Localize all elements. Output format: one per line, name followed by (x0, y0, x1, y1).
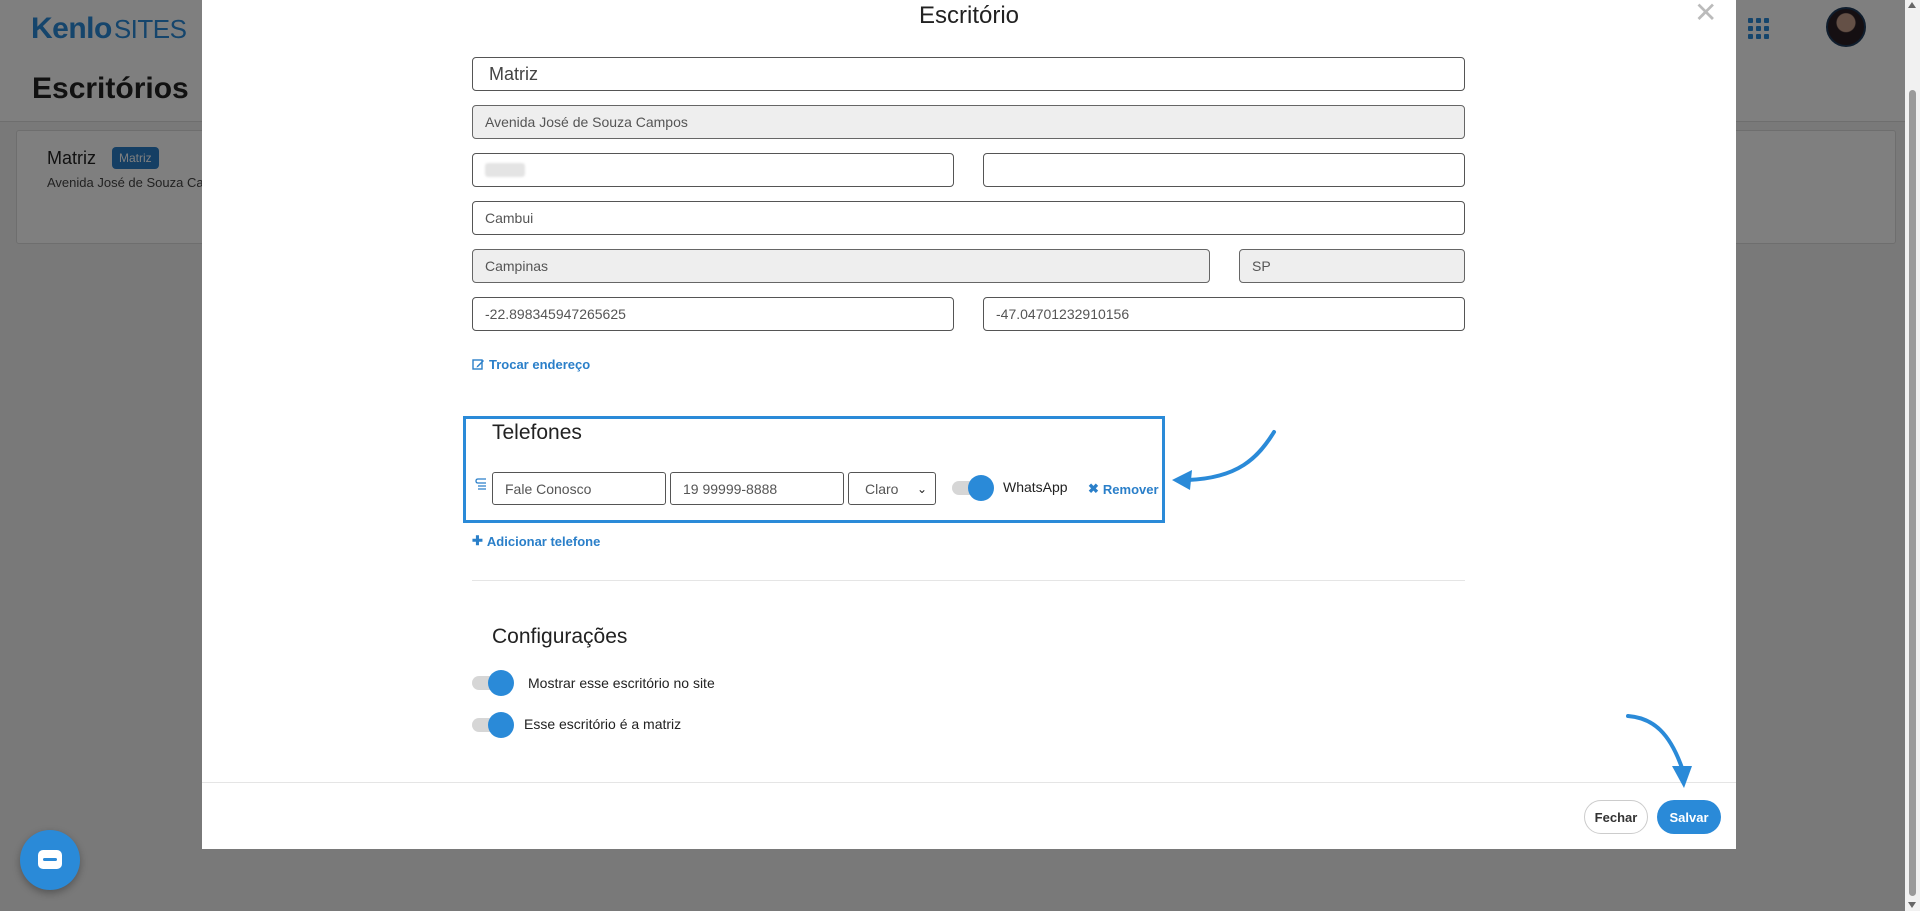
remove-icon: ✖ (1088, 481, 1099, 496)
close-icon[interactable]: ✕ (1694, 0, 1717, 29)
whatsapp-toggle[interactable] (952, 475, 994, 501)
chevron-down-icon: ⌄ (916, 481, 927, 496)
carrier-selected-value: Claro (865, 480, 899, 497)
complement-input[interactable] (983, 153, 1465, 187)
number-input[interactable] (472, 153, 954, 187)
chat-bubble-icon (38, 850, 62, 869)
latitude-input[interactable]: -22.898345947265625 (472, 297, 954, 331)
show-on-site-toggle[interactable] (472, 670, 514, 696)
remove-phone-label: Remover (1102, 481, 1159, 497)
is-main-office-toggle[interactable] (472, 712, 514, 738)
phone-label-input[interactable]: Fale Conosco (492, 472, 666, 505)
city-input[interactable]: Campinas (472, 249, 1210, 283)
toggle-knob (488, 670, 514, 696)
annotation-arrow-phones (1172, 430, 1276, 490)
scroll-up-icon[interactable] (1908, 2, 1916, 8)
is-main-office-label: Esse escritório é a matriz (524, 716, 682, 732)
phone-carrier-select[interactable]: Claro ⌄ (848, 472, 936, 505)
scroll-down-icon[interactable] (1908, 902, 1916, 908)
modal-footer-divider (202, 782, 1736, 783)
annotation-arrow-save (1626, 714, 1692, 788)
number-value-redacted (485, 163, 525, 177)
toggle-knob (968, 475, 994, 501)
add-phone-link[interactable]: ✚ Adicionar telefone (472, 533, 600, 549)
show-on-site-label: Mostrar esse escritório no site (528, 675, 715, 691)
office-modal: Escritório ✕ Matriz Avenida José de Souz… (202, 0, 1736, 849)
add-phone-label: Adicionar telefone (486, 533, 601, 549)
page-scrollbar[interactable] (1905, 0, 1920, 911)
scrollbar-thumb[interactable] (1909, 90, 1916, 896)
section-divider (472, 580, 1465, 581)
phones-title: Telefones (492, 421, 582, 444)
modal-title: Escritório (918, 2, 1020, 29)
chat-button[interactable] (20, 830, 80, 890)
neighborhood-input[interactable]: Cambui (472, 201, 1465, 235)
phone-number-input[interactable]: 19 99999-8888 (670, 472, 844, 505)
office-name-input[interactable]: Matriz (472, 57, 1465, 91)
street-input[interactable]: Avenida José de Souza Campos (472, 105, 1465, 139)
whatsapp-label: WhatsApp (1003, 479, 1068, 495)
state-input[interactable]: SP (1239, 249, 1465, 283)
settings-title: Configurações (492, 625, 628, 648)
longitude-input[interactable]: -47.04701232910156 (983, 297, 1465, 331)
toggle-knob (488, 712, 514, 738)
edit-icon (472, 359, 484, 370)
save-button[interactable]: Salvar (1657, 800, 1721, 834)
change-address-link[interactable]: Trocar endereço (472, 357, 590, 372)
close-button[interactable]: Fechar (1584, 800, 1648, 834)
remove-phone-link[interactable]: ✖ Remover (1088, 481, 1159, 497)
drag-handle-icon[interactable] (474, 478, 488, 490)
plus-icon: ✚ (472, 533, 483, 548)
change-address-label: Trocar endereço (489, 357, 591, 372)
